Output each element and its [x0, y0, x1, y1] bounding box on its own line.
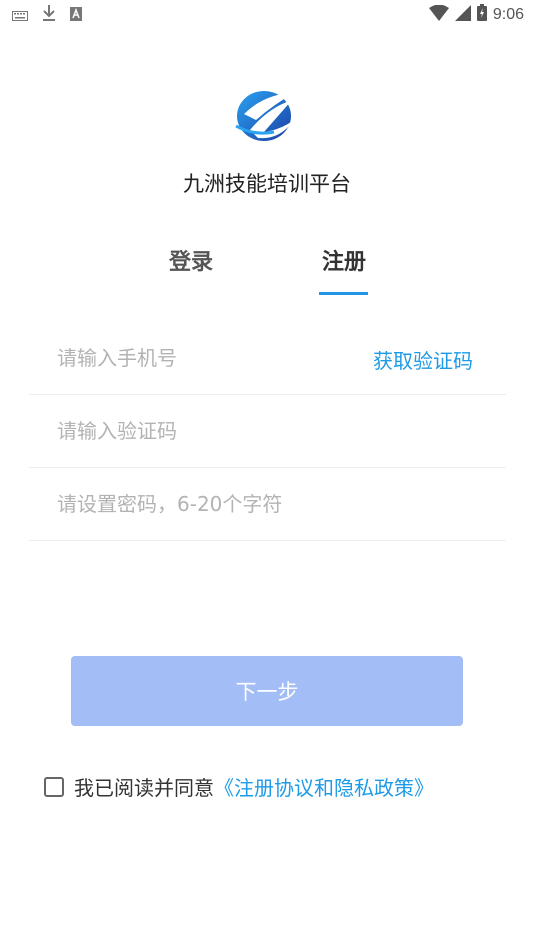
agreement-row: 我已阅读并同意 《注册协议和隐私政策》 — [44, 772, 434, 801]
agreement-link[interactable]: 《注册协议和隐私政策》 — [214, 772, 434, 801]
agreement-text: 我已阅读并同意 — [74, 776, 214, 800]
keyboard-icon — [12, 6, 28, 25]
status-bar: 9:06 — [0, 0, 534, 28]
download-icon — [42, 5, 56, 25]
agreement-checkbox[interactable] — [44, 776, 64, 797]
battery-icon — [476, 4, 487, 25]
app-logo — [234, 86, 300, 144]
text-a-icon — [70, 6, 82, 25]
active-tab-indicator — [319, 292, 368, 295]
tab-register[interactable]: 注册 — [299, 244, 389, 276]
next-step-button[interactable]: 下一步 — [71, 656, 463, 726]
tab-login[interactable]: 登录 — [146, 244, 236, 276]
signal-icon — [454, 4, 471, 25]
status-time: 9:06 — [492, 5, 524, 23]
phone-input[interactable] — [57, 322, 357, 394]
password-input[interactable] — [57, 468, 477, 540]
get-code-button[interactable]: 获取验证码 — [373, 345, 473, 374]
password-field-row — [29, 468, 506, 541]
code-field-row — [29, 395, 506, 468]
verification-code-input[interactable] — [57, 395, 357, 467]
phone-field-row: 获取验证码 — [29, 322, 506, 395]
wifi-icon — [428, 4, 449, 25]
app-title: 九洲技能培训平台 — [183, 172, 351, 196]
